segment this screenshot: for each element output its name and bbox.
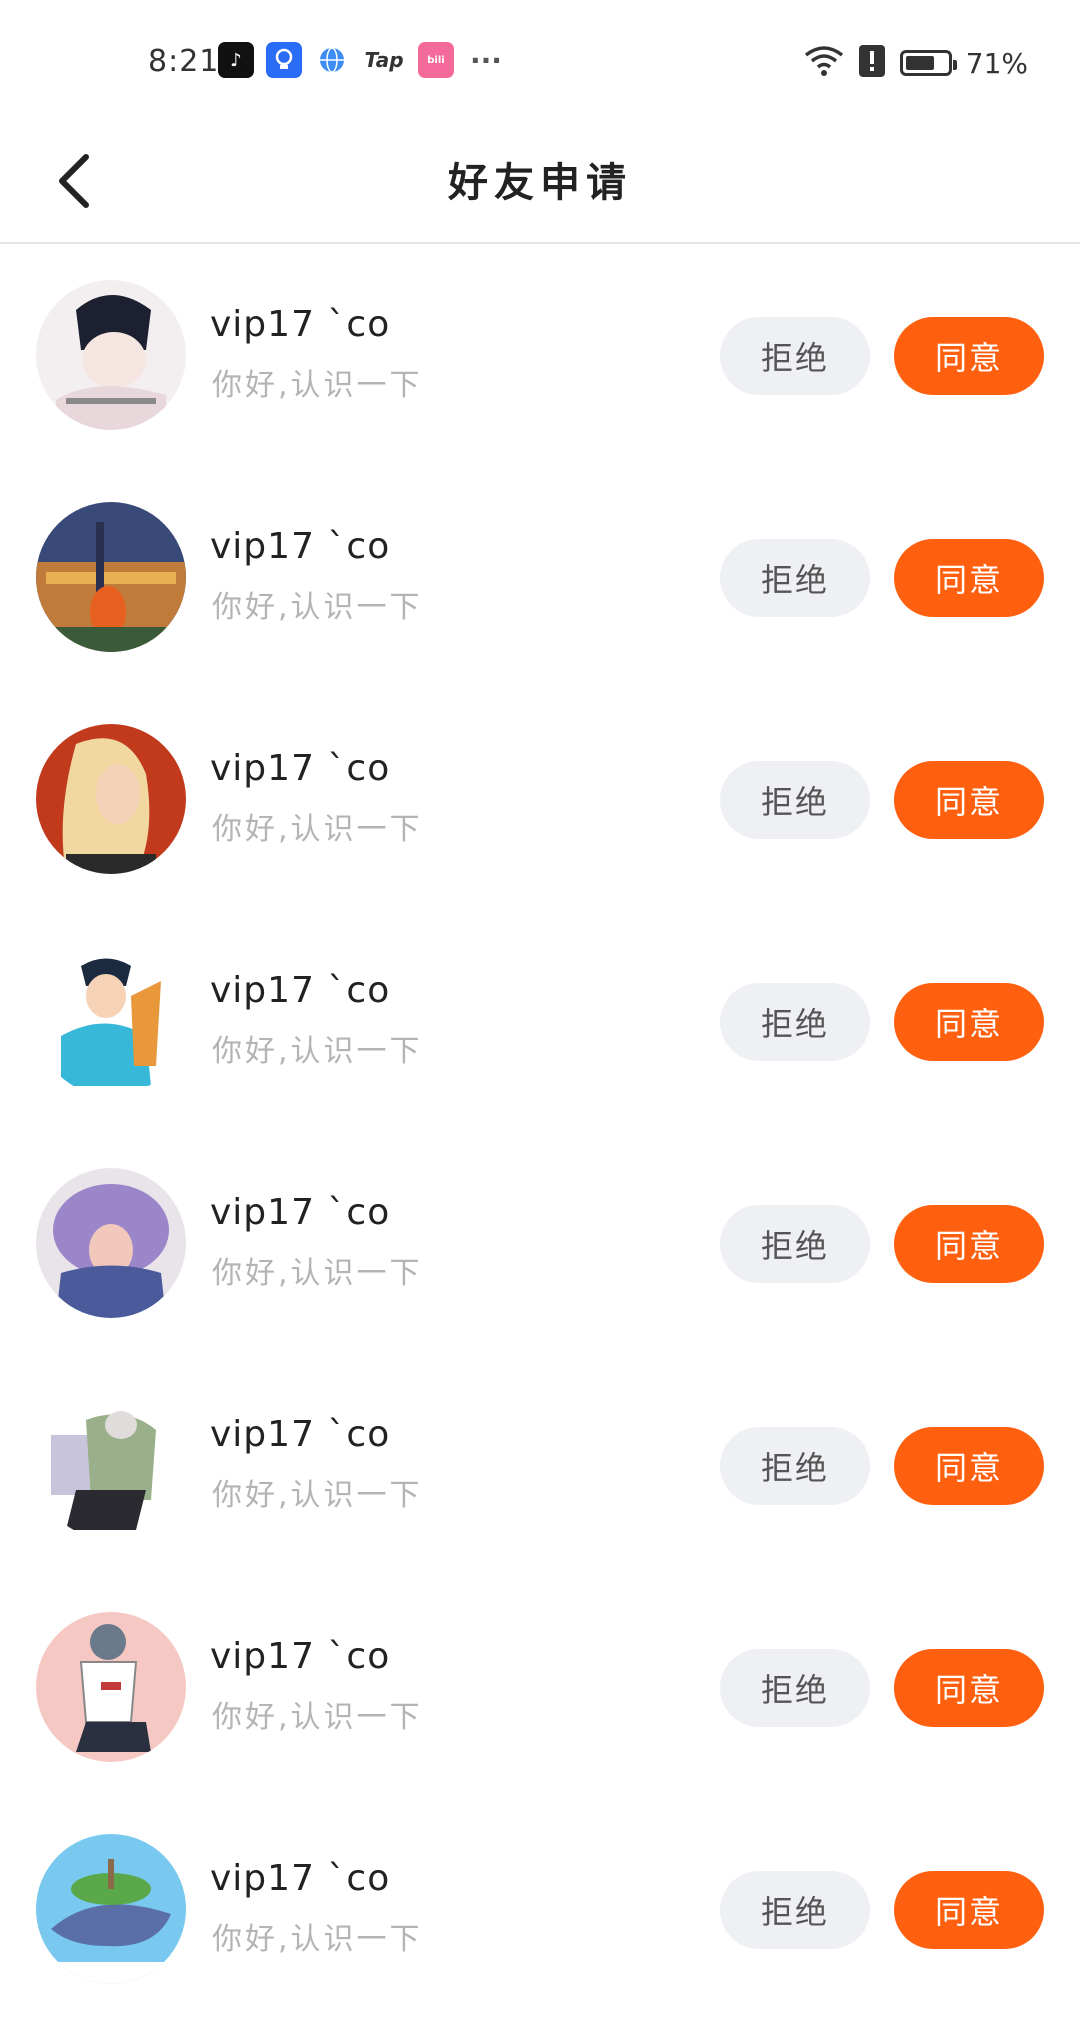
- reject-button[interactable]: 拒绝: [720, 1205, 870, 1283]
- wifi-icon: [804, 45, 844, 81]
- request-message: 你好,认识一下: [212, 812, 423, 847]
- friend-request-item: vip17 `co 你好,认识一下 拒绝 同意: [0, 1132, 1080, 1354]
- reject-button[interactable]: 拒绝: [720, 539, 870, 617]
- battery-level: [905, 56, 935, 70]
- request-message: 你好,认识一下: [212, 1256, 423, 1291]
- avatar[interactable]: [36, 280, 186, 430]
- bilibili-icon: bili: [418, 42, 454, 78]
- request-message: 你好,认识一下: [212, 1700, 423, 1735]
- request-message: 你好,认识一下: [212, 1478, 423, 1513]
- alert-icon: [858, 44, 886, 82]
- friend-request-item: vip17 `co 你好,认识一下 拒绝 同意: [0, 244, 1080, 466]
- avatar[interactable]: [36, 1390, 186, 1540]
- notification-icons: ♪ Tap bili ···: [218, 42, 506, 78]
- globe-icon: [314, 42, 350, 78]
- reject-button[interactable]: 拒绝: [720, 1427, 870, 1505]
- tiktok-icon: ♪: [218, 42, 254, 78]
- avatar[interactable]: [36, 724, 186, 874]
- status-indicators: 71%: [804, 44, 1028, 82]
- header: 好友申请: [0, 120, 1080, 244]
- friend-request-item: vip17 `co 你好,认识一下 拒绝 同意: [0, 466, 1080, 688]
- battery-percent: 71%: [965, 46, 1028, 80]
- requester-name: vip17 `co: [210, 304, 391, 345]
- accept-button[interactable]: 同意: [894, 1205, 1044, 1283]
- request-message: 你好,认识一下: [212, 368, 423, 403]
- more-notifications-icon: ···: [470, 43, 502, 77]
- requester-name: vip17 `co: [210, 970, 391, 1011]
- request-message: 你好,认识一下: [212, 1922, 423, 1957]
- accept-button[interactable]: 同意: [894, 317, 1044, 395]
- reject-button[interactable]: 拒绝: [720, 761, 870, 839]
- accept-button[interactable]: 同意: [894, 761, 1044, 839]
- battery-icon: [899, 50, 957, 76]
- avatar[interactable]: [36, 1834, 186, 1984]
- avatar[interactable]: [36, 502, 186, 652]
- requester-name: vip17 `co: [210, 1636, 391, 1677]
- lightbulb-icon: [266, 42, 302, 78]
- request-message: 你好,认识一下: [212, 1034, 423, 1069]
- friend-request-list: vip17 `co 你好,认识一下 拒绝 同意 vip17 `co 你好,认识一…: [0, 244, 1080, 2020]
- status-bar: 8:21 ♪ Tap bili ··· 71%: [0, 0, 1080, 120]
- requester-name: vip17 `co: [210, 526, 391, 567]
- friend-request-item: vip17 `co 你好,认识一下 拒绝 同意: [0, 1354, 1080, 1576]
- reject-button[interactable]: 拒绝: [720, 1649, 870, 1727]
- requester-name: vip17 `co: [210, 748, 391, 789]
- accept-button[interactable]: 同意: [894, 1871, 1044, 1949]
- reject-button[interactable]: 拒绝: [720, 317, 870, 395]
- avatar[interactable]: [36, 1612, 186, 1762]
- avatar[interactable]: [36, 946, 186, 1096]
- tap-icon: Tap: [364, 48, 404, 72]
- page-title: 好友申请: [448, 160, 632, 206]
- requester-name: vip17 `co: [210, 1858, 391, 1899]
- requester-name: vip17 `co: [210, 1192, 391, 1233]
- accept-button[interactable]: 同意: [894, 983, 1044, 1061]
- accept-button[interactable]: 同意: [894, 1649, 1044, 1727]
- friend-request-item: vip17 `co 你好,认识一下 拒绝 同意: [0, 1798, 1080, 2020]
- avatar[interactable]: [36, 1168, 186, 1318]
- friend-request-item: vip17 `co 你好,认识一下 拒绝 同意: [0, 1576, 1080, 1798]
- status-time: 8:21: [148, 44, 220, 79]
- accept-button[interactable]: 同意: [894, 1427, 1044, 1505]
- accept-button[interactable]: 同意: [894, 539, 1044, 617]
- friend-request-item: vip17 `co 你好,认识一下 拒绝 同意: [0, 688, 1080, 910]
- request-message: 你好,认识一下: [212, 590, 423, 625]
- requester-name: vip17 `co: [210, 1414, 391, 1455]
- reject-button[interactable]: 拒绝: [720, 1871, 870, 1949]
- reject-button[interactable]: 拒绝: [720, 983, 870, 1061]
- friend-request-item: vip17 `co 你好,认识一下 拒绝 同意: [0, 910, 1080, 1132]
